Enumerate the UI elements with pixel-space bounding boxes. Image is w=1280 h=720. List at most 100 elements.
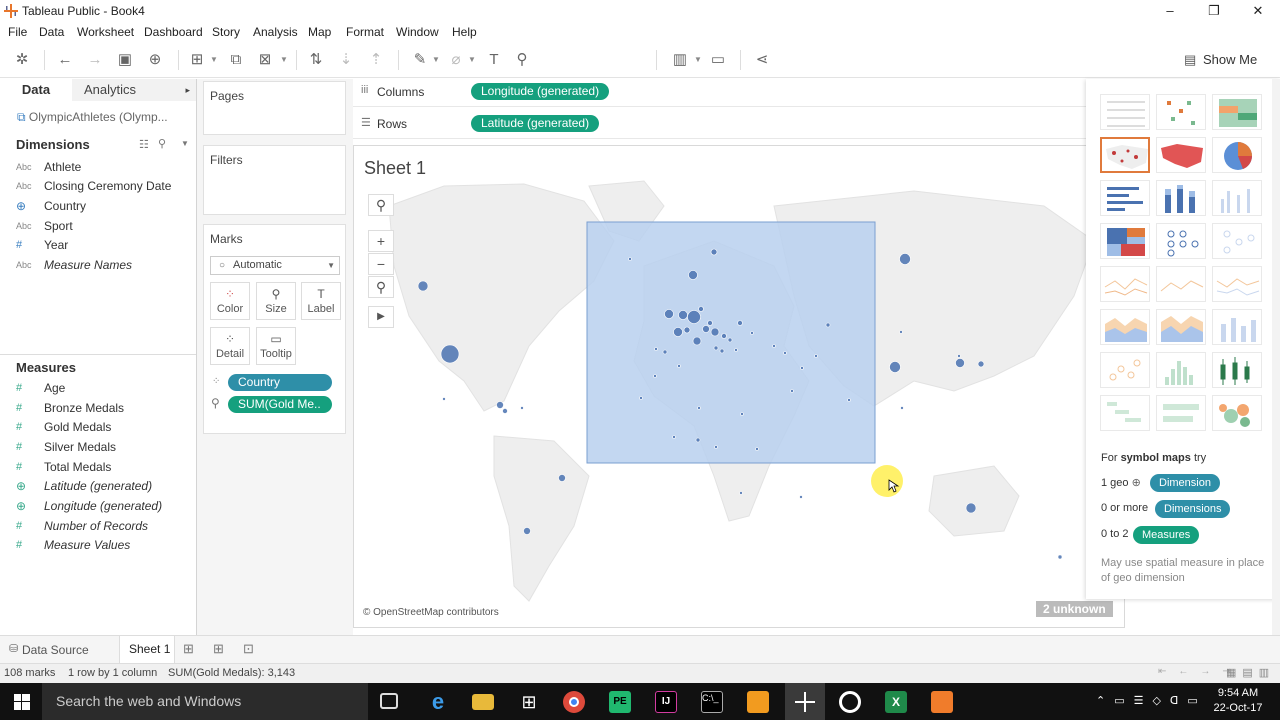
- search-icon[interactable]: ⚲: [158, 137, 166, 150]
- rows-shelf[interactable]: ☰ Rows Latitude (generated): [353, 111, 1086, 139]
- menu-file[interactable]: File: [8, 25, 27, 39]
- redo-icon[interactable]: →: [85, 50, 105, 70]
- unknown-indicator[interactable]: 2 unknown: [1036, 601, 1113, 617]
- field-number-of-records[interactable]: # Number of Records: [16, 517, 194, 535]
- menu-map[interactable]: Map: [308, 25, 331, 39]
- tab-data[interactable]: Data: [0, 79, 72, 101]
- chevron-down-icon[interactable]: ▼: [468, 50, 476, 70]
- map-attribution[interactable]: © OpenStreetMap contributors: [363, 607, 499, 618]
- sublime-icon[interactable]: [747, 691, 769, 713]
- task-view-icon[interactable]: [380, 693, 398, 709]
- field-closing-ceremony-date[interactable]: Abc Closing Ceremony Date: [16, 177, 194, 195]
- color-button[interactable]: ⁘ Color: [210, 282, 250, 320]
- share-icon[interactable]: ⋖: [752, 50, 772, 70]
- show-me-button[interactable]: Show Me: [1203, 52, 1257, 67]
- minimize-button[interactable]: –: [1150, 2, 1190, 20]
- tab-sheet-1[interactable]: Sheet 1: [119, 636, 175, 663]
- pin-icon[interactable]: ⚲: [512, 50, 532, 70]
- right-scrollbar[interactable]: [1272, 79, 1280, 635]
- file-explorer-icon[interactable]: [472, 694, 494, 710]
- field-longitude-generated[interactable]: ⊕ Longitude (generated): [16, 497, 194, 515]
- highlight-table-thumbnail[interactable]: [1212, 94, 1262, 130]
- detail-button[interactable]: ⁘ Detail: [210, 327, 250, 365]
- labels-icon[interactable]: T: [484, 50, 504, 70]
- expand-toolbar-icon[interactable]: ▶: [368, 306, 394, 328]
- highlight-icon[interactable]: ✎: [410, 50, 430, 70]
- chevron-down-icon[interactable]: ▼: [432, 50, 440, 70]
- treemap-thumbnail[interactable]: [1100, 223, 1150, 259]
- store-icon[interactable]: ⊞: [518, 691, 540, 713]
- label-button[interactable]: T Label: [301, 282, 341, 320]
- gantt-chart-thumbnail[interactable]: [1100, 395, 1150, 431]
- command-prompt-icon[interactable]: C:\_: [701, 691, 723, 713]
- edge-icon[interactable]: e: [427, 691, 449, 713]
- datasource-name[interactable]: ⧉ OlympicAthletes (Olymp...: [17, 110, 168, 125]
- new-worksheet-icon[interactable]: ⊞: [187, 50, 207, 70]
- scatter-plot-thumbnail[interactable]: [1100, 352, 1150, 388]
- close-button[interactable]: ✕: [1238, 2, 1278, 20]
- zoom-out-button[interactable]: −: [368, 253, 394, 275]
- chevron-down-icon[interactable]: ▼: [181, 139, 189, 148]
- field-latitude-generated[interactable]: ⊕ Latitude (generated): [16, 477, 194, 495]
- windows-start-icon[interactable]: [14, 694, 30, 710]
- tableau-taskbar-button[interactable]: [785, 683, 825, 720]
- menu-dashboard[interactable]: Dashboard: [144, 25, 203, 39]
- field-country[interactable]: ⊕ Country: [16, 197, 194, 215]
- pie-chart-thumbnail[interactable]: [1212, 137, 1262, 173]
- chevron-down-icon[interactable]: ▼: [694, 50, 702, 70]
- presentation-mode-icon[interactable]: ▭: [708, 50, 728, 70]
- area-discrete-thumbnail[interactable]: [1156, 309, 1206, 345]
- chrome-icon[interactable]: [563, 691, 585, 713]
- filled-map-thumbnail[interactable]: [1156, 137, 1206, 173]
- menu-story[interactable]: Story: [212, 25, 240, 39]
- chevron-down-icon[interactable]: ▼: [280, 50, 288, 70]
- save-icon[interactable]: ▣: [115, 50, 135, 70]
- dual-combination-thumbnail[interactable]: [1212, 309, 1262, 345]
- side-by-side-bars-thumbnail[interactable]: [1212, 180, 1262, 216]
- columns-shelf[interactable]: iii Columns Longitude (generated): [353, 79, 1086, 107]
- field-year[interactable]: # Year: [16, 236, 194, 254]
- size-button[interactable]: ⚲ Size: [256, 282, 296, 320]
- menu-format[interactable]: Format: [346, 25, 384, 39]
- taskbar-search-input[interactable]: Search the web and Windows: [42, 683, 368, 720]
- menu-window[interactable]: Window: [396, 25, 439, 39]
- sort-asc-icon[interactable]: ⇣: [336, 50, 356, 70]
- view-toggle-icon[interactable]: ☷: [139, 138, 149, 151]
- map-search-icon[interactable]: ⚲: [368, 194, 394, 216]
- taskbar-clock[interactable]: 9:54 AM 22-Oct-17: [1212, 686, 1264, 716]
- filters-shelf[interactable]: Filters: [203, 145, 346, 215]
- new-dashboard-icon[interactable]: ⊞: [213, 641, 224, 657]
- chevron-down-icon[interactable]: ▼: [210, 50, 218, 70]
- undo-icon[interactable]: ←: [55, 50, 75, 70]
- menu-worksheet[interactable]: Worksheet: [77, 25, 134, 39]
- pycharm-icon[interactable]: PE: [609, 691, 631, 713]
- field-athlete[interactable]: Abc Athlete: [16, 158, 194, 176]
- field-total-medals[interactable]: # Total Medals: [16, 458, 194, 476]
- bullet-graph-thumbnail[interactable]: [1156, 395, 1206, 431]
- tab-data-source[interactable]: Data Source: [22, 643, 89, 657]
- menu-help[interactable]: Help: [452, 25, 477, 39]
- zoom-in-button[interactable]: +: [368, 230, 394, 252]
- latitude-pill[interactable]: Latitude (generated): [471, 115, 600, 132]
- new-datasource-icon[interactable]: ⊕: [145, 50, 165, 70]
- menu-data[interactable]: Data: [39, 25, 64, 39]
- field-measure-values[interactable]: # Measure Values: [16, 536, 194, 554]
- heat-map-thumbnail[interactable]: [1156, 94, 1206, 130]
- horizontal-bars-thumbnail[interactable]: [1100, 180, 1150, 216]
- duplicate-sheet-icon[interactable]: ⧉: [226, 50, 246, 70]
- longitude-pill[interactable]: Longitude (generated): [471, 83, 610, 100]
- lines-discrete-thumbnail[interactable]: [1156, 266, 1206, 302]
- stacked-bars-thumbnail[interactable]: [1156, 180, 1206, 216]
- field-bronze-medals[interactable]: # Bronze Medals: [16, 399, 194, 417]
- tab-analytics[interactable]: Analytics ▸: [72, 79, 196, 101]
- menu-analysis[interactable]: Analysis: [253, 25, 298, 39]
- restore-button[interactable]: ❐: [1194, 2, 1234, 20]
- symbol-map-thumbnail[interactable]: [1100, 137, 1150, 173]
- view-mode-icons[interactable]: ▦▤▥: [1226, 666, 1275, 679]
- side-by-side-circles-thumbnail[interactable]: [1212, 223, 1262, 259]
- system-tray-icons[interactable]: ⌃▭☰◇ᗡ▭: [1096, 694, 1207, 707]
- mark-type-dropdown[interactable]: ○ Automatic ▼: [210, 256, 340, 275]
- world-map[interactable]: [354, 146, 1125, 628]
- field-age[interactable]: # Age: [16, 379, 194, 397]
- box-whisker-thumbnail[interactable]: [1212, 352, 1262, 388]
